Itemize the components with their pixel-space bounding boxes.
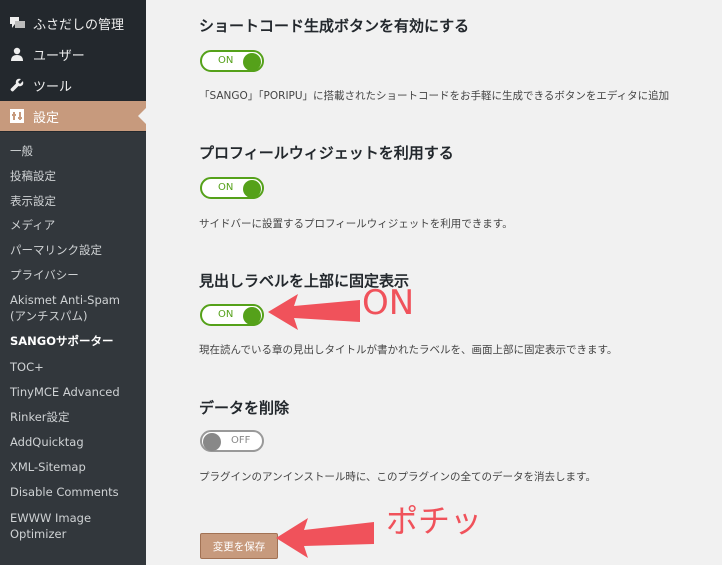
submenu-item-rinker[interactable]: Rinker設定 bbox=[10, 409, 140, 425]
submenu-item-general[interactable]: 一般 bbox=[10, 143, 140, 159]
submenu-item-xml-sitemap[interactable]: XML-Sitemap bbox=[10, 459, 140, 475]
toggle-label: ON bbox=[218, 309, 234, 320]
setting-desc-delete-data: プラグインのアンインストール時に、このプラグインの全てのデータを消去します。 bbox=[199, 471, 597, 483]
submenu-item-privacy[interactable]: プライバシー bbox=[10, 267, 140, 283]
submenu-item-addquicktag[interactable]: AddQuicktag bbox=[10, 434, 140, 450]
setting-heading-shortcode: ショートコード生成ボタンを有効にする bbox=[199, 17, 470, 35]
settings-submenu: 一般 投稿設定 表示設定 メディア パーマリンク設定 プライバシー Akisme… bbox=[0, 132, 146, 565]
menu-item-settings[interactable]: 設定 bbox=[0, 101, 146, 131]
menu-label: ユーザー bbox=[33, 48, 85, 64]
toggle-knob bbox=[243, 180, 261, 198]
toggle-knob bbox=[243, 307, 261, 325]
setting-desc-profile-widget: サイドバーに設置するプロフィールウィジェットを利用できます。 bbox=[199, 218, 513, 230]
menu-label: ツール bbox=[33, 79, 73, 95]
menu-item-tools[interactable]: ツール bbox=[0, 70, 146, 100]
annotation-pochi-text: ポチッ bbox=[386, 502, 483, 540]
toggle-shortcode[interactable]: ON bbox=[200, 50, 264, 72]
toggle-delete-data[interactable]: OFF bbox=[200, 430, 264, 452]
menu-item-fukidashi[interactable]: ふさだしの管理 bbox=[0, 8, 146, 38]
toggle-fixed-label[interactable]: ON bbox=[200, 304, 264, 326]
toggle-knob bbox=[243, 53, 261, 71]
submenu-item-tinymce[interactable]: TinyMCE Advanced bbox=[10, 384, 140, 400]
toggle-label: ON bbox=[218, 55, 234, 66]
user-icon bbox=[9, 46, 25, 62]
submenu-item-sango-supporter[interactable]: SANGOサポーター bbox=[10, 333, 140, 349]
settings-icon bbox=[9, 108, 25, 124]
submenu-item-disable-comments[interactable]: Disable Comments bbox=[10, 484, 140, 500]
submenu-item-media[interactable]: メディア bbox=[10, 217, 140, 233]
annotation-arrow-save bbox=[276, 518, 374, 558]
setting-desc-fixed-label: 現在読んでいる章の見出しタイトルが書かれたラベルを、画面上部に固定表示できます。 bbox=[199, 344, 618, 356]
menu-label: 設定 bbox=[33, 110, 60, 126]
wrench-icon bbox=[9, 77, 25, 93]
save-button[interactable]: 変更を保存 bbox=[200, 533, 278, 559]
submenu-item-akismet[interactable]: Akismet Anti-Spam (アンチスパム) bbox=[10, 292, 128, 324]
submenu-item-reading[interactable]: 表示設定 bbox=[10, 193, 140, 209]
toggle-profile-widget[interactable]: ON bbox=[200, 177, 264, 199]
speech-bubble-icon bbox=[9, 15, 25, 31]
toggle-label: ON bbox=[218, 182, 234, 193]
menu-item-users[interactable]: ユーザー bbox=[0, 39, 146, 69]
setting-desc-shortcode: 「SANGO」「PORIPU」に搭載されたショートコードをお手軽に生成できるボタ… bbox=[199, 90, 670, 102]
toggle-label: OFF bbox=[231, 435, 251, 446]
toggle-knob bbox=[203, 433, 221, 451]
setting-heading-delete-data: データを削除 bbox=[199, 399, 290, 417]
submenu-item-ewww[interactable]: EWWW Image Optimizer bbox=[10, 510, 110, 542]
annotation-on-text: ON bbox=[362, 283, 415, 323]
admin-sidebar: ふさだしの管理 ユーザー ツール 設定 一般 投稿設定 表示設定 メディア パー… bbox=[0, 0, 146, 565]
submenu-item-permalinks[interactable]: パーマリンク設定 bbox=[10, 242, 140, 258]
submenu-item-writing[interactable]: 投稿設定 bbox=[10, 168, 140, 184]
submenu-item-toc[interactable]: TOC+ bbox=[10, 359, 140, 375]
setting-heading-profile-widget: プロフィールウィジェットを利用する bbox=[199, 144, 454, 162]
settings-main: ショートコード生成ボタンを有効にする ON 「SANGO」「PORIPU」に搭載… bbox=[146, 0, 722, 565]
menu-label: ふさだしの管理 bbox=[33, 17, 125, 33]
annotation-arrow-on bbox=[268, 294, 360, 330]
